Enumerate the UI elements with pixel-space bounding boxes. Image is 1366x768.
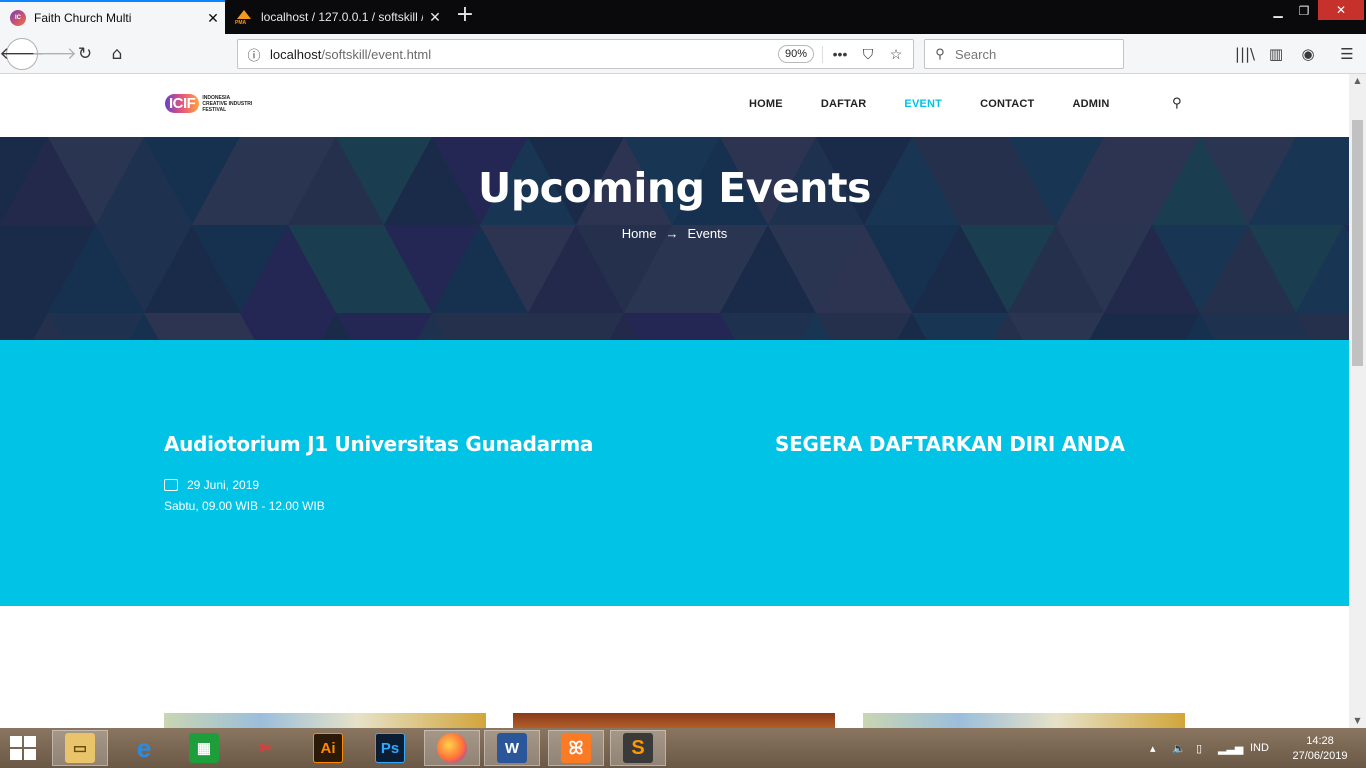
- sublime-text-icon: S: [623, 733, 653, 763]
- account-icon[interactable]: ◉: [1295, 42, 1321, 66]
- search-icon: ⚲: [935, 46, 945, 61]
- event-info-section: Audiotorium J1 Universitas Gunadarma 29 …: [0, 340, 1349, 606]
- internet-explorer-icon: e: [136, 732, 152, 763]
- windows-taskbar: ▭ e ▦ ✂ Ai Ps W ꕤ S ▴ 🔈 ▯ ▂▃▅ IND 14:28 …: [0, 728, 1366, 768]
- window-close-button[interactable]: ✕: [1318, 0, 1364, 20]
- word-icon: W: [497, 733, 527, 763]
- tray-chevron-icon[interactable]: ▴: [1150, 728, 1156, 768]
- search-placeholder: Search: [955, 46, 997, 62]
- windows-start-icon[interactable]: [10, 736, 38, 760]
- new-tab-icon[interactable]: +: [453, 4, 477, 28]
- logo-mark: ICIF: [165, 94, 200, 113]
- scrollbar-thumb[interactable]: [1352, 120, 1363, 366]
- bookmark-star-icon[interactable]: ☆: [885, 46, 907, 63]
- tab-close-icon[interactable]: ✕: [201, 10, 225, 27]
- site-info-icon[interactable]: ⓘ: [238, 45, 270, 64]
- store-icon: ▦: [189, 733, 219, 763]
- xampp-icon: ꕤ: [561, 733, 591, 763]
- page-scrollbar[interactable]: ▲ ▼: [1349, 74, 1366, 728]
- event-time-row: Sabtu, 09.00 WIB - 12.00 WIB: [164, 499, 325, 513]
- illustrator-icon: Ai: [313, 733, 343, 763]
- reload-icon[interactable]: ↻: [71, 40, 99, 68]
- taskbar-snipping-tool[interactable]: ✂: [238, 730, 294, 766]
- site-logo[interactable]: ICIF INDONESIA CREATIVE INDUSTRI FESTIVA…: [165, 94, 252, 113]
- minimize-icon[interactable]: ▁: [1264, 0, 1292, 22]
- gallery-image[interactable]: [863, 713, 1185, 728]
- menu-item-admin[interactable]: ADMIN: [1072, 98, 1109, 110]
- taskbar-file-explorer[interactable]: ▭: [52, 730, 108, 766]
- scroll-down-icon[interactable]: ▼: [1349, 714, 1366, 728]
- volume-icon[interactable]: 🔈: [1172, 728, 1186, 768]
- network-signal-icon[interactable]: ▂▃▅: [1218, 728, 1243, 768]
- menu-item-home[interactable]: HOME: [749, 98, 783, 110]
- page-actions-icon[interactable]: •••: [829, 46, 851, 63]
- system-clock[interactable]: 14:28 27/06/2019: [1284, 734, 1356, 764]
- tab-phpmyadmin[interactable]: localhost / 127.0.0.1 / softskill / ✕: [225, 0, 447, 34]
- taskbar-firefox[interactable]: [424, 730, 480, 766]
- restore-icon[interactable]: ❐: [1290, 0, 1318, 22]
- tab-title: localhost / 127.0.0.1 / softskill /: [261, 10, 423, 24]
- taskbar-xampp[interactable]: ꕤ: [548, 730, 604, 766]
- home-icon[interactable]: ⌂: [103, 40, 131, 68]
- scroll-up-icon[interactable]: ▲: [1349, 74, 1366, 88]
- site-header: ICIF INDONESIA CREATIVE INDUSTRI FESTIVA…: [0, 74, 1349, 137]
- hamburger-menu-icon[interactable]: ☰: [1334, 42, 1360, 66]
- breadcrumb-home[interactable]: Home: [622, 226, 657, 241]
- folder-icon: ▭: [65, 733, 95, 763]
- taskbar-sublime-text[interactable]: S: [610, 730, 666, 766]
- register-cta-heading: SEGERA DAFTARKAN DIRI ANDA: [775, 432, 1125, 456]
- main-menu: HOME DAFTAR EVENT CONTACT ADMIN: [730, 98, 1129, 110]
- scissors-icon: ✂: [259, 740, 273, 757]
- taskbar-internet-explorer[interactable]: e: [116, 730, 172, 766]
- page-title: Upcoming Events: [478, 164, 871, 212]
- forward-arrow-icon[interactable]: 🡒: [31, 40, 77, 68]
- tab-bar: IC Faith Church Multi ✕ localhost / 127.…: [0, 0, 1366, 34]
- clock-date: 27/06/2019: [1292, 750, 1348, 762]
- arrow-right-icon: →: [665, 226, 679, 241]
- clock-time: 14:28: [1306, 735, 1334, 747]
- breadcrumb-current: Events: [687, 226, 728, 241]
- taskbar-word[interactable]: W: [484, 730, 540, 766]
- language-indicator[interactable]: IND: [1250, 728, 1269, 768]
- zoom-indicator[interactable]: 90%: [777, 45, 814, 63]
- page-viewport: ICIF INDONESIA CREATIVE INDUSTRI FESTIVA…: [0, 74, 1349, 728]
- menu-item-contact[interactable]: CONTACT: [980, 98, 1034, 110]
- search-icon[interactable]: ⚲: [1172, 96, 1182, 111]
- menu-item-event[interactable]: EVENT: [904, 98, 942, 110]
- page-banner: Upcoming Events Home → Events: [0, 137, 1349, 340]
- pocket-icon[interactable]: ⛉: [857, 46, 879, 63]
- logo-text: INDONESIA CREATIVE INDUSTRI FESTIVAL: [202, 94, 253, 113]
- library-icon[interactable]: |||\: [1232, 42, 1258, 66]
- search-input[interactable]: ⚲ Search: [924, 39, 1124, 69]
- taskbar-photoshop[interactable]: Ps: [362, 730, 418, 766]
- phpmyadmin-favicon-icon: [235, 10, 253, 26]
- photoshop-icon: Ps: [375, 733, 405, 763]
- address-bar[interactable]: ⓘ localhost/softskill/event.html 90% •••…: [237, 39, 914, 69]
- event-venue: Audiotorium J1 Universitas Gunadarma: [164, 432, 594, 456]
- event-time: Sabtu, 09.00 WIB - 12.00 WIB: [164, 499, 325, 513]
- gallery-image[interactable]: [164, 713, 486, 728]
- power-icon[interactable]: ▯: [1196, 728, 1202, 768]
- gallery-image[interactable]: [513, 713, 835, 728]
- icif-favicon-icon: IC: [10, 10, 26, 26]
- breadcrumb: Home → Events: [0, 226, 1349, 241]
- navigation-toolbar: 🡐 🡒 ↻ ⌂ ⓘ localhost/softskill/event.html…: [0, 34, 1366, 74]
- calendar-icon: [164, 479, 178, 491]
- firefox-icon: [437, 733, 467, 763]
- taskbar-store[interactable]: ▦: [176, 730, 232, 766]
- url-text[interactable]: localhost/softskill/event.html: [270, 47, 778, 62]
- tab-faith-church[interactable]: IC Faith Church Multi ✕: [0, 0, 225, 34]
- taskbar-illustrator[interactable]: Ai: [300, 730, 356, 766]
- tab-title: Faith Church Multi: [34, 11, 132, 25]
- event-date-row: 29 Juni, 2019: [164, 478, 259, 492]
- event-date: 29 Juni, 2019: [187, 478, 260, 492]
- tab-close-icon[interactable]: ✕: [423, 9, 447, 26]
- sidebar-icon[interactable]: ▥: [1263, 42, 1289, 66]
- menu-item-daftar[interactable]: DAFTAR: [821, 98, 867, 110]
